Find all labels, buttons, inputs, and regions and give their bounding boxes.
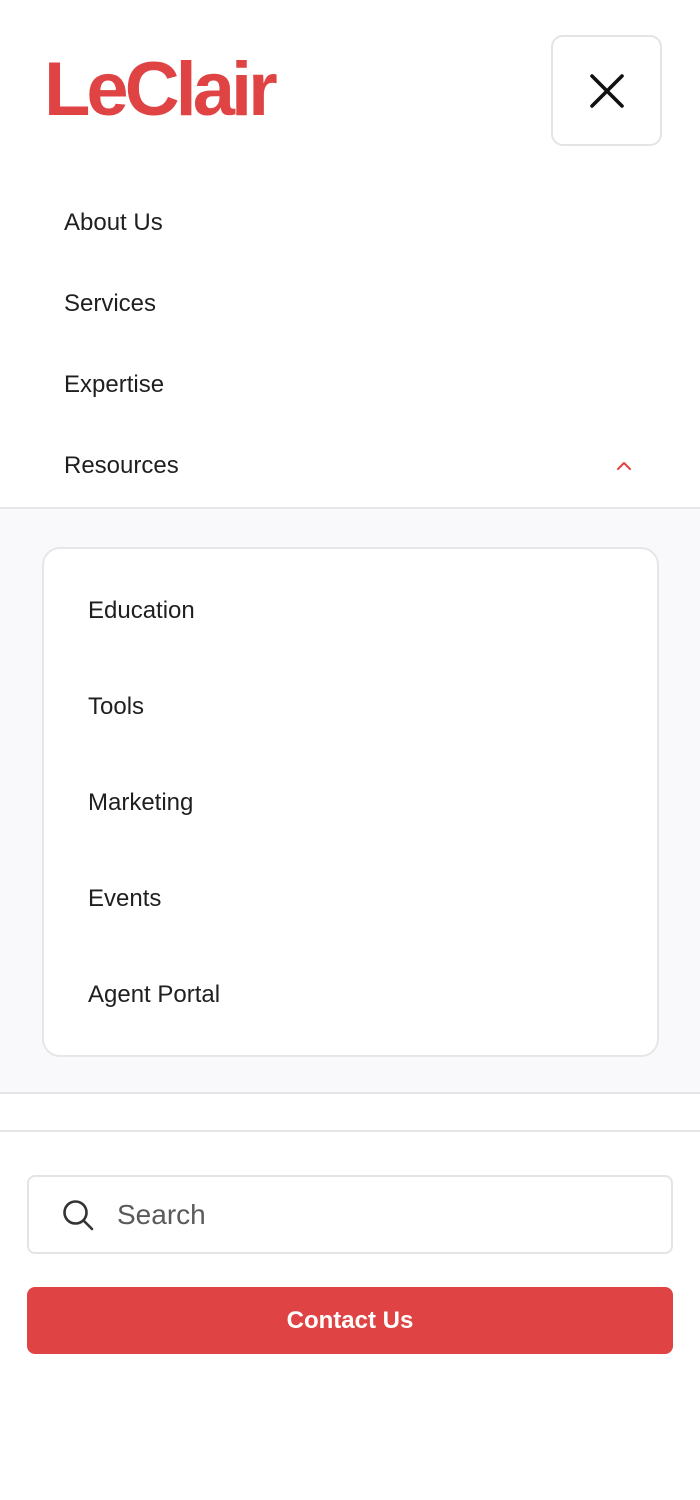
- submenu-item-label: Marketing: [88, 789, 194, 816]
- submenu-item-education[interactable]: Education: [44, 563, 657, 659]
- menu-header: LeClair: [0, 0, 700, 180]
- nav-item-about-us[interactable]: About Us: [0, 182, 700, 263]
- nav-item-expertise[interactable]: Expertise: [0, 344, 700, 425]
- close-icon: [587, 71, 627, 111]
- submenu-item-tools[interactable]: Tools: [44, 659, 657, 755]
- brand-logo[interactable]: LeClair: [44, 52, 278, 128]
- mobile-menu-page: LeClair About Us Services Expertise Reso…: [0, 0, 700, 1500]
- main-nav: About Us Services Expertise Resources: [0, 182, 700, 506]
- section-divider: [0, 1130, 700, 1132]
- nav-item-label: Expertise: [64, 370, 165, 398]
- submenu-item-label: Events: [88, 885, 162, 912]
- contact-us-button[interactable]: Contact Us: [27, 1287, 673, 1354]
- search-icon: [61, 1198, 95, 1232]
- resources-submenu-card: Education Tools Marketing Events Agent P…: [42, 547, 659, 1057]
- nav-item-label: Services: [64, 289, 157, 317]
- search-box[interactable]: [27, 1175, 673, 1254]
- submenu-item-agent-portal[interactable]: Agent Portal: [44, 947, 657, 1043]
- nav-item-label: Resources: [64, 451, 179, 479]
- submenu-item-marketing[interactable]: Marketing: [44, 755, 657, 851]
- resources-submenu-panel: Education Tools Marketing Events Agent P…: [0, 507, 700, 1094]
- submenu-item-label: Tools: [88, 693, 145, 720]
- submenu-item-label: Education: [88, 597, 195, 624]
- search-input[interactable]: [117, 1184, 637, 1245]
- nav-item-label: About Us: [64, 208, 163, 236]
- submenu-item-label: Agent Portal: [88, 981, 221, 1008]
- nav-item-resources[interactable]: Resources: [0, 425, 700, 506]
- close-menu-button[interactable]: [551, 35, 662, 146]
- chevron-up-icon[interactable]: [614, 456, 634, 476]
- nav-item-services[interactable]: Services: [0, 263, 700, 344]
- submenu-item-events[interactable]: Events: [44, 851, 657, 947]
